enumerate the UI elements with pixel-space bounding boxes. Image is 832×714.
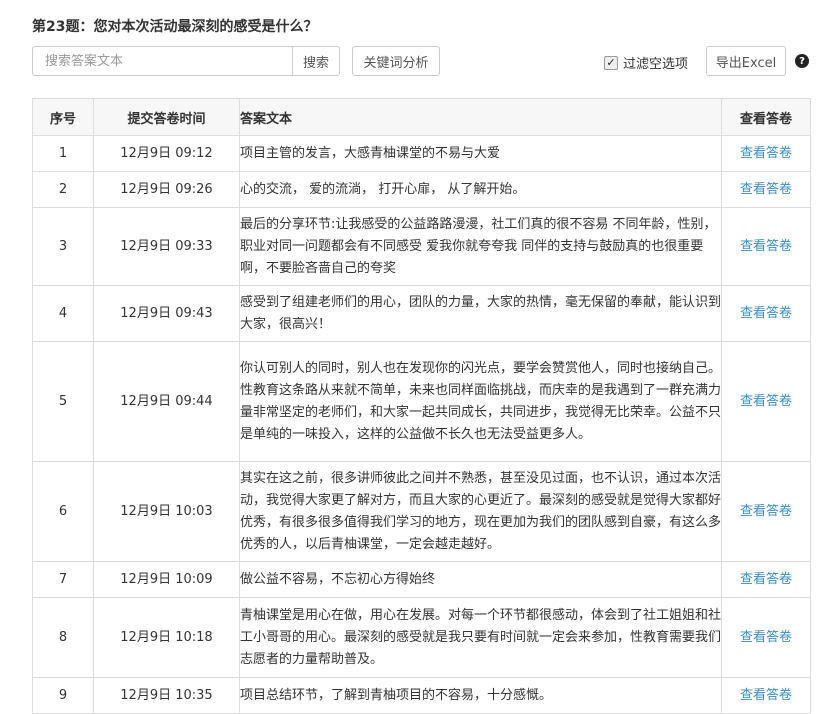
table-row: 4 12月9日 09:43 感受到了组建老师们的用心，团队的力量，大家的热情，毫无保… xyxy=(32,285,811,342)
row-view-cell: 查看答卷 xyxy=(721,677,811,714)
row-index: 7 xyxy=(32,561,94,598)
view-answer-link[interactable]: 查看答卷 xyxy=(740,394,792,409)
row-answer-text: 感受到了组建老师们的用心，团队的力量，大家的热情，毫无保留的奉献，能认识到大家，… xyxy=(239,285,722,342)
row-view-cell: 查看答卷 xyxy=(721,285,811,342)
row-submit-time: 12月9日 10:35 xyxy=(93,677,240,714)
view-answer-link[interactable]: 查看答卷 xyxy=(740,146,792,161)
row-submit-time: 12月9日 09:44 xyxy=(93,341,240,462)
view-answer-link[interactable]: 查看答卷 xyxy=(740,239,792,254)
row-answer-text: 最后的分享环节:让我感受的公益路路漫漫，社工们真的很不容易 不同年龄，性别，职业… xyxy=(239,207,722,286)
row-view-cell: 查看答卷 xyxy=(721,597,811,678)
view-answer-link[interactable]: 查看答卷 xyxy=(740,688,792,703)
row-answer-text: 做公益不容易，不忘初心方得始终 xyxy=(239,561,722,598)
row-submit-time: 12月9日 10:09 xyxy=(93,561,240,598)
export-excel-button[interactable]: 导出Excel xyxy=(706,46,786,76)
row-submit-time: 12月9日 09:26 xyxy=(93,171,240,208)
row-index: 6 xyxy=(32,461,94,562)
row-submit-time: 12月9日 09:12 xyxy=(93,135,240,172)
row-submit-time: 12月9日 10:18 xyxy=(93,597,240,678)
answers-table: 序号 提交答卷时间 答案文本 查看答卷 1 12月9日 09:12 项目主管的发言，… xyxy=(32,98,811,714)
header-answer-text: 答案文本 xyxy=(239,98,722,136)
view-answer-link[interactable]: 查看答卷 xyxy=(740,572,792,587)
row-answer-text: 项目总结环节，了解到青柚项目的不容易，十分感慨。 xyxy=(239,677,722,714)
header-index: 序号 xyxy=(32,98,94,136)
table-row: 9 12月9日 10:35 项目总结环节，了解到青柚项目的不容易，十分感慨。 查看答卷 xyxy=(32,677,811,714)
table-row: 5 12月9日 09:44 你认可别人的同时，别人也在发现你的闪光点，要学会赞赏他人… xyxy=(32,341,811,462)
row-view-cell: 查看答卷 xyxy=(721,341,811,462)
table-row: 6 12月9日 10:03 其实在这之前，很多讲师彼此之间并不熟悉，甚至没见过面，也… xyxy=(32,461,811,562)
header-submit-time: 提交答卷时间 xyxy=(93,98,240,136)
filter-label: 过滤空选项 xyxy=(623,57,689,72)
table-row: 3 12月9日 09:33 最后的分享环节:让我感受的公益路路漫漫，社工们真的很不容… xyxy=(32,207,811,286)
row-submit-time: 12月9日 10:03 xyxy=(93,461,240,562)
help-icon[interactable]: ? xyxy=(795,54,809,68)
row-answer-text: 青柚课堂是用心在做，用心在发展。对每一个环节都很感动，体会到了社工姐姐和社工小哥… xyxy=(239,597,722,678)
row-index: 1 xyxy=(32,135,94,172)
row-submit-time: 12月9日 09:43 xyxy=(93,285,240,342)
row-answer-text: 其实在这之前，很多讲师彼此之间并不熟悉，甚至没见过面，也不认识，通过本次活动，我… xyxy=(239,461,722,562)
question-title: 第23题：您对本次活动最深刻的感受是什么？ xyxy=(32,19,318,35)
row-view-cell: 查看答卷 xyxy=(721,561,811,598)
toolbar: 搜索 关键词分析 ✓ 过滤空选项 导出Excel ? xyxy=(32,46,810,78)
table-row: 2 12月9日 09:26 心的交流， 爱的流淌， 打开心扉， 从了解开始。 查看答卷 xyxy=(32,171,811,208)
filter-empty-toggle[interactable]: ✓ 过滤空选项 xyxy=(604,53,688,72)
table-row: 8 12月9日 10:18 青柚课堂是用心在做，用心在发展。对每一个环节都很感动，体… xyxy=(32,597,811,678)
table-row: 1 12月9日 09:12 项目主管的发言，大感青柚课堂的不易与大爱 查看答卷 xyxy=(32,135,811,172)
row-view-cell: 查看答卷 xyxy=(721,207,811,286)
row-index: 8 xyxy=(32,597,94,678)
row-submit-time: 12月9日 09:33 xyxy=(93,207,240,286)
row-answer-text: 心的交流， 爱的流淌， 打开心扉， 从了解开始。 xyxy=(239,171,722,208)
row-index: 9 xyxy=(32,677,94,714)
table-header-row: 序号 提交答卷时间 答案文本 查看答卷 xyxy=(32,98,811,136)
row-index: 2 xyxy=(32,171,94,208)
row-view-cell: 查看答卷 xyxy=(721,171,811,208)
checkbox-checked-icon[interactable]: ✓ xyxy=(604,55,618,70)
row-answer-text: 你认可别人的同时，别人也在发现你的闪光点，要学会赞赏他人，同时也接纳自己。性教育… xyxy=(239,341,722,462)
row-view-cell: 查看答卷 xyxy=(721,461,811,562)
view-answer-link[interactable]: 查看答卷 xyxy=(740,306,792,321)
search-button[interactable]: 搜索 xyxy=(292,46,340,76)
header-view: 查看答卷 xyxy=(721,98,811,136)
view-answer-link[interactable]: 查看答卷 xyxy=(740,630,792,645)
search-input[interactable] xyxy=(32,46,292,76)
row-view-cell: 查看答卷 xyxy=(721,135,811,172)
row-index: 5 xyxy=(32,341,94,462)
keyword-analysis-button[interactable]: 关键词分析 xyxy=(352,46,440,76)
row-index: 3 xyxy=(32,207,94,286)
view-answer-link[interactable]: 查看答卷 xyxy=(740,504,792,519)
table-row: 7 12月9日 10:09 做公益不容易，不忘初心方得始终 查看答卷 xyxy=(32,561,811,598)
row-index: 4 xyxy=(32,285,94,342)
view-answer-link[interactable]: 查看答卷 xyxy=(740,182,792,197)
row-answer-text: 项目主管的发言，大感青柚课堂的不易与大爱 xyxy=(239,135,722,172)
